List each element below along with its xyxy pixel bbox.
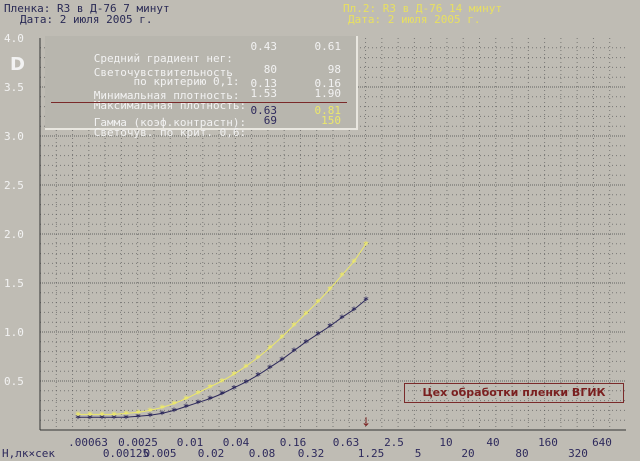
info-value-2: 150 xyxy=(321,114,341,127)
data-point: * xyxy=(87,410,93,421)
info-label: Светочув. по крит. 0,6: xyxy=(93,126,247,139)
data-point: * xyxy=(363,240,369,251)
y-tick-label: 3.0 xyxy=(4,130,24,143)
lab-stamp: Цех обработки пленки ВГИК xyxy=(404,383,624,403)
x-tick-label-bottom: 0.08 xyxy=(249,447,276,460)
x-tick-label-bottom: 0.32 xyxy=(298,447,325,460)
y-tick-label: 2.0 xyxy=(4,228,24,241)
x-tick-label-bottom: 0.005 xyxy=(143,447,176,460)
x-axis-label: Н,лк×сек xyxy=(2,447,55,460)
film1-date: Дата: 2 июля 2005 г. xyxy=(20,13,153,26)
data-point: * xyxy=(243,378,249,389)
data-point: * xyxy=(75,410,81,421)
x-tick-label-bottom: 1.25 xyxy=(358,447,385,460)
data-point: * xyxy=(351,305,357,316)
info-value-2: 1.90 xyxy=(314,87,342,100)
series-line xyxy=(78,243,367,415)
info-value-1: 1.53 xyxy=(250,87,278,100)
info-value-1: 69 xyxy=(263,114,277,127)
y-tick-label: 0.5 xyxy=(4,375,24,388)
y-tick-label: 2.5 xyxy=(4,179,24,192)
data-point: * xyxy=(291,321,297,332)
y-axis-label: D xyxy=(10,54,25,75)
data-point: * xyxy=(231,370,237,381)
x-tick-label-top: 0.63 xyxy=(333,436,360,449)
data-point: * xyxy=(303,309,309,320)
data-point: * xyxy=(183,395,189,406)
data-point: * xyxy=(207,395,213,406)
data-point: * xyxy=(171,400,177,411)
data-point: * xyxy=(219,377,225,388)
densitometry-window: 4.0 3.5 3.0 2.5 2.0 1.5 1.0 0.5 D .00063 0.0025 0.0… xyxy=(0,0,640,461)
data-point: * xyxy=(255,371,261,382)
data-point: * xyxy=(339,313,345,324)
data-point: * xyxy=(255,353,261,364)
data-point: * xyxy=(291,347,297,358)
data-point: * xyxy=(207,383,213,394)
x-tick-label-top: 640 xyxy=(592,436,612,449)
x-tick-label-bottom: 80 xyxy=(515,447,528,460)
x-tick-label-top: 160 xyxy=(538,436,558,449)
exposure-arrow-marker: ↓ xyxy=(361,415,371,429)
data-point: * xyxy=(363,296,369,307)
data-point: * xyxy=(99,410,105,421)
data-point: * xyxy=(267,363,273,374)
data-point: * xyxy=(219,390,225,401)
x-tick-label-bottom: 320 xyxy=(568,447,588,460)
data-point: * xyxy=(327,285,333,296)
summary-panel: Средний градиент нег: 0.43 0.61 Светочув… xyxy=(45,36,358,139)
data-point: * xyxy=(147,406,153,417)
data-point: * xyxy=(279,355,285,366)
data-point: * xyxy=(351,257,357,268)
x-tick-label-top: 10 xyxy=(439,436,452,449)
data-point: * xyxy=(111,410,117,421)
x-tick-label-bottom: 20 xyxy=(461,447,474,460)
data-point: * xyxy=(159,403,165,414)
data-point: * xyxy=(195,389,201,400)
film2-date: Дата: 2 июля 2005 г. xyxy=(348,13,481,26)
info-value-2: 0.61 xyxy=(314,40,342,53)
data-point: * xyxy=(339,271,345,282)
y-tick-label: 1.5 xyxy=(4,277,24,290)
x-tick-label-top: 2.5 xyxy=(384,436,404,449)
data-point: * xyxy=(231,384,237,395)
info-row: Светочув. по крит. 0,6: 69 150 xyxy=(54,115,341,175)
y-tick-label: 1.0 xyxy=(4,326,24,339)
info-value-1: 80 xyxy=(263,63,277,76)
info-value-2: 98 xyxy=(327,63,341,76)
data-point: * xyxy=(267,344,273,355)
data-point: * xyxy=(123,409,129,420)
x-tick-label-bottom: 5 xyxy=(415,447,422,460)
data-point: * xyxy=(243,362,249,373)
x-tick-label-bottom: 0.00125 xyxy=(103,447,149,460)
x-tick-label-top: 0.04 xyxy=(223,436,250,449)
data-point: * xyxy=(327,322,333,333)
info-value-1: 0.43 xyxy=(250,40,278,53)
data-point: * xyxy=(315,298,321,309)
data-point: * xyxy=(315,330,321,341)
data-point: * xyxy=(279,333,285,344)
y-tick-label: 4.0 xyxy=(4,32,24,45)
data-point: * xyxy=(195,399,201,410)
divider xyxy=(51,102,347,103)
x-tick-label-top: 40 xyxy=(486,436,499,449)
data-point: * xyxy=(303,338,309,349)
y-tick-label: 3.5 xyxy=(4,81,24,94)
data-point: * xyxy=(135,408,141,419)
x-tick-label-bottom: 0.02 xyxy=(198,447,225,460)
